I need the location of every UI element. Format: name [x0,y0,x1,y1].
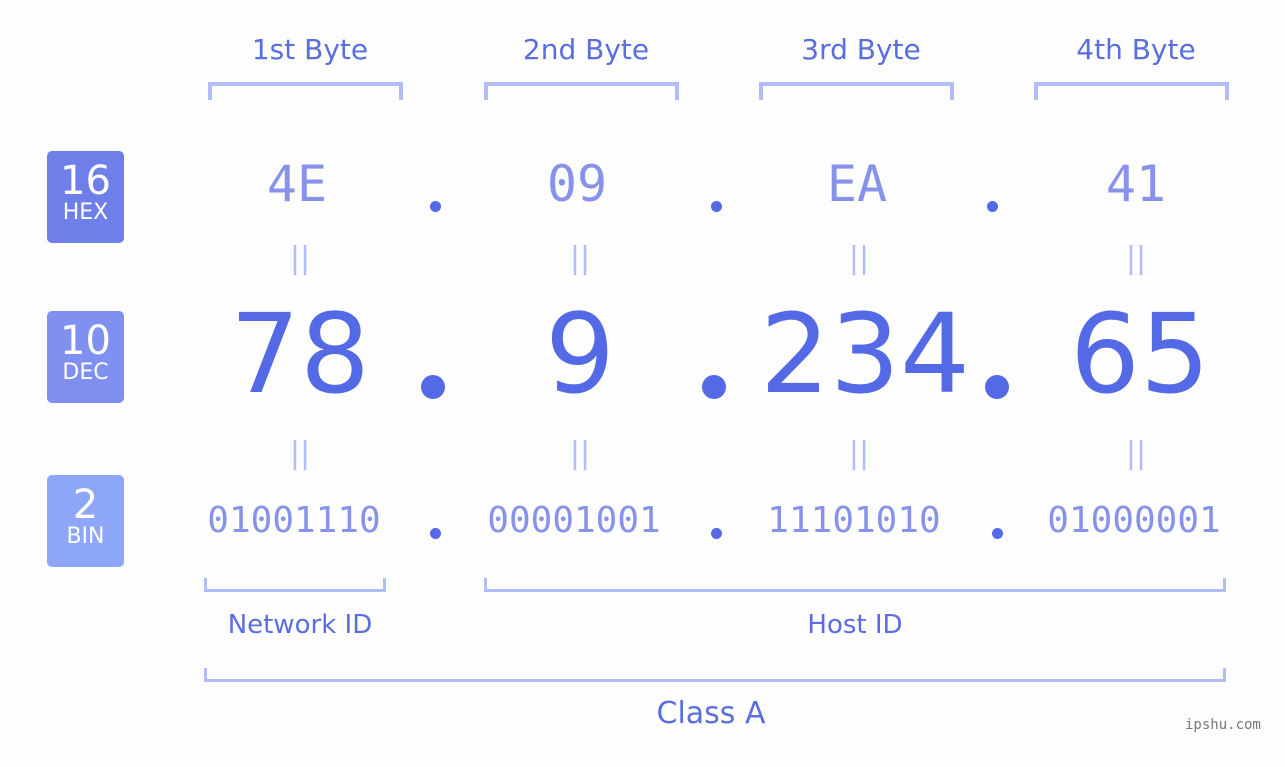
hex-badge-label: HEX [62,200,109,225]
byte-bracket-3 [759,82,954,100]
hex-byte-4: 41 [1105,155,1167,213]
byte-label-2: 2nd Byte [522,33,650,66]
bin-byte-4: 01000001 [1047,500,1221,541]
bin-separator-dot [992,528,1003,539]
equals-sign: || [569,241,591,276]
class-label: Class A [656,696,766,731]
bin-byte-2: 00001001 [487,500,661,541]
dec-badge-base: 10 [60,318,111,364]
dec-byte-3: 234 [760,290,970,418]
byte-bracket-1 [208,82,403,100]
equals-sign: || [289,436,311,471]
bin-separator-dot [430,528,441,539]
equals-sign: || [1125,241,1147,276]
equals-sign: || [848,241,870,276]
byte-label-3: 3rd Byte [801,33,921,66]
network-id-bracket [204,578,386,592]
dec-byte-1: 78 [230,290,370,418]
watermark: ipshu.com [1185,717,1261,733]
host-id-bracket [484,578,1226,592]
network-id-label: Network ID [227,610,373,640]
hex-byte-2: 09 [546,155,608,213]
byte-label-1: 1st Byte [251,33,369,66]
equals-sign: || [848,436,870,471]
byte-label-4: 4th Byte [1076,33,1196,66]
class-bracket [204,668,1226,682]
hex-separator-dot [711,201,722,212]
host-id-label: Host ID [807,610,903,640]
equals-sign: || [289,241,311,276]
bin-badge-base: 2 [72,482,99,528]
bin-byte-3: 11101010 [767,500,941,541]
hex-badge: 16 HEX [47,151,124,243]
equals-sign: || [1125,436,1147,471]
hex-byte-1: 4E [266,155,328,213]
dec-badge-label: DEC [62,360,109,385]
hex-separator-dot [430,201,441,212]
bin-separator-dot [711,528,722,539]
bin-badge-label: BIN [66,524,105,549]
hex-separator-dot [987,201,998,212]
dec-byte-4: 65 [1070,290,1210,418]
byte-bracket-2 [484,82,679,100]
dec-separator-dot [985,375,1009,399]
equals-sign: || [569,436,591,471]
bin-badge: 2 BIN [47,475,124,567]
dec-separator-dot [702,375,726,399]
dec-separator-dot [421,375,445,399]
byte-bracket-4 [1034,82,1229,100]
dec-byte-2: 9 [545,290,615,418]
bin-byte-1: 01001110 [207,500,381,541]
dec-badge: 10 DEC [47,311,124,403]
hex-badge-base: 16 [60,158,111,204]
hex-byte-3: EA [826,155,888,213]
